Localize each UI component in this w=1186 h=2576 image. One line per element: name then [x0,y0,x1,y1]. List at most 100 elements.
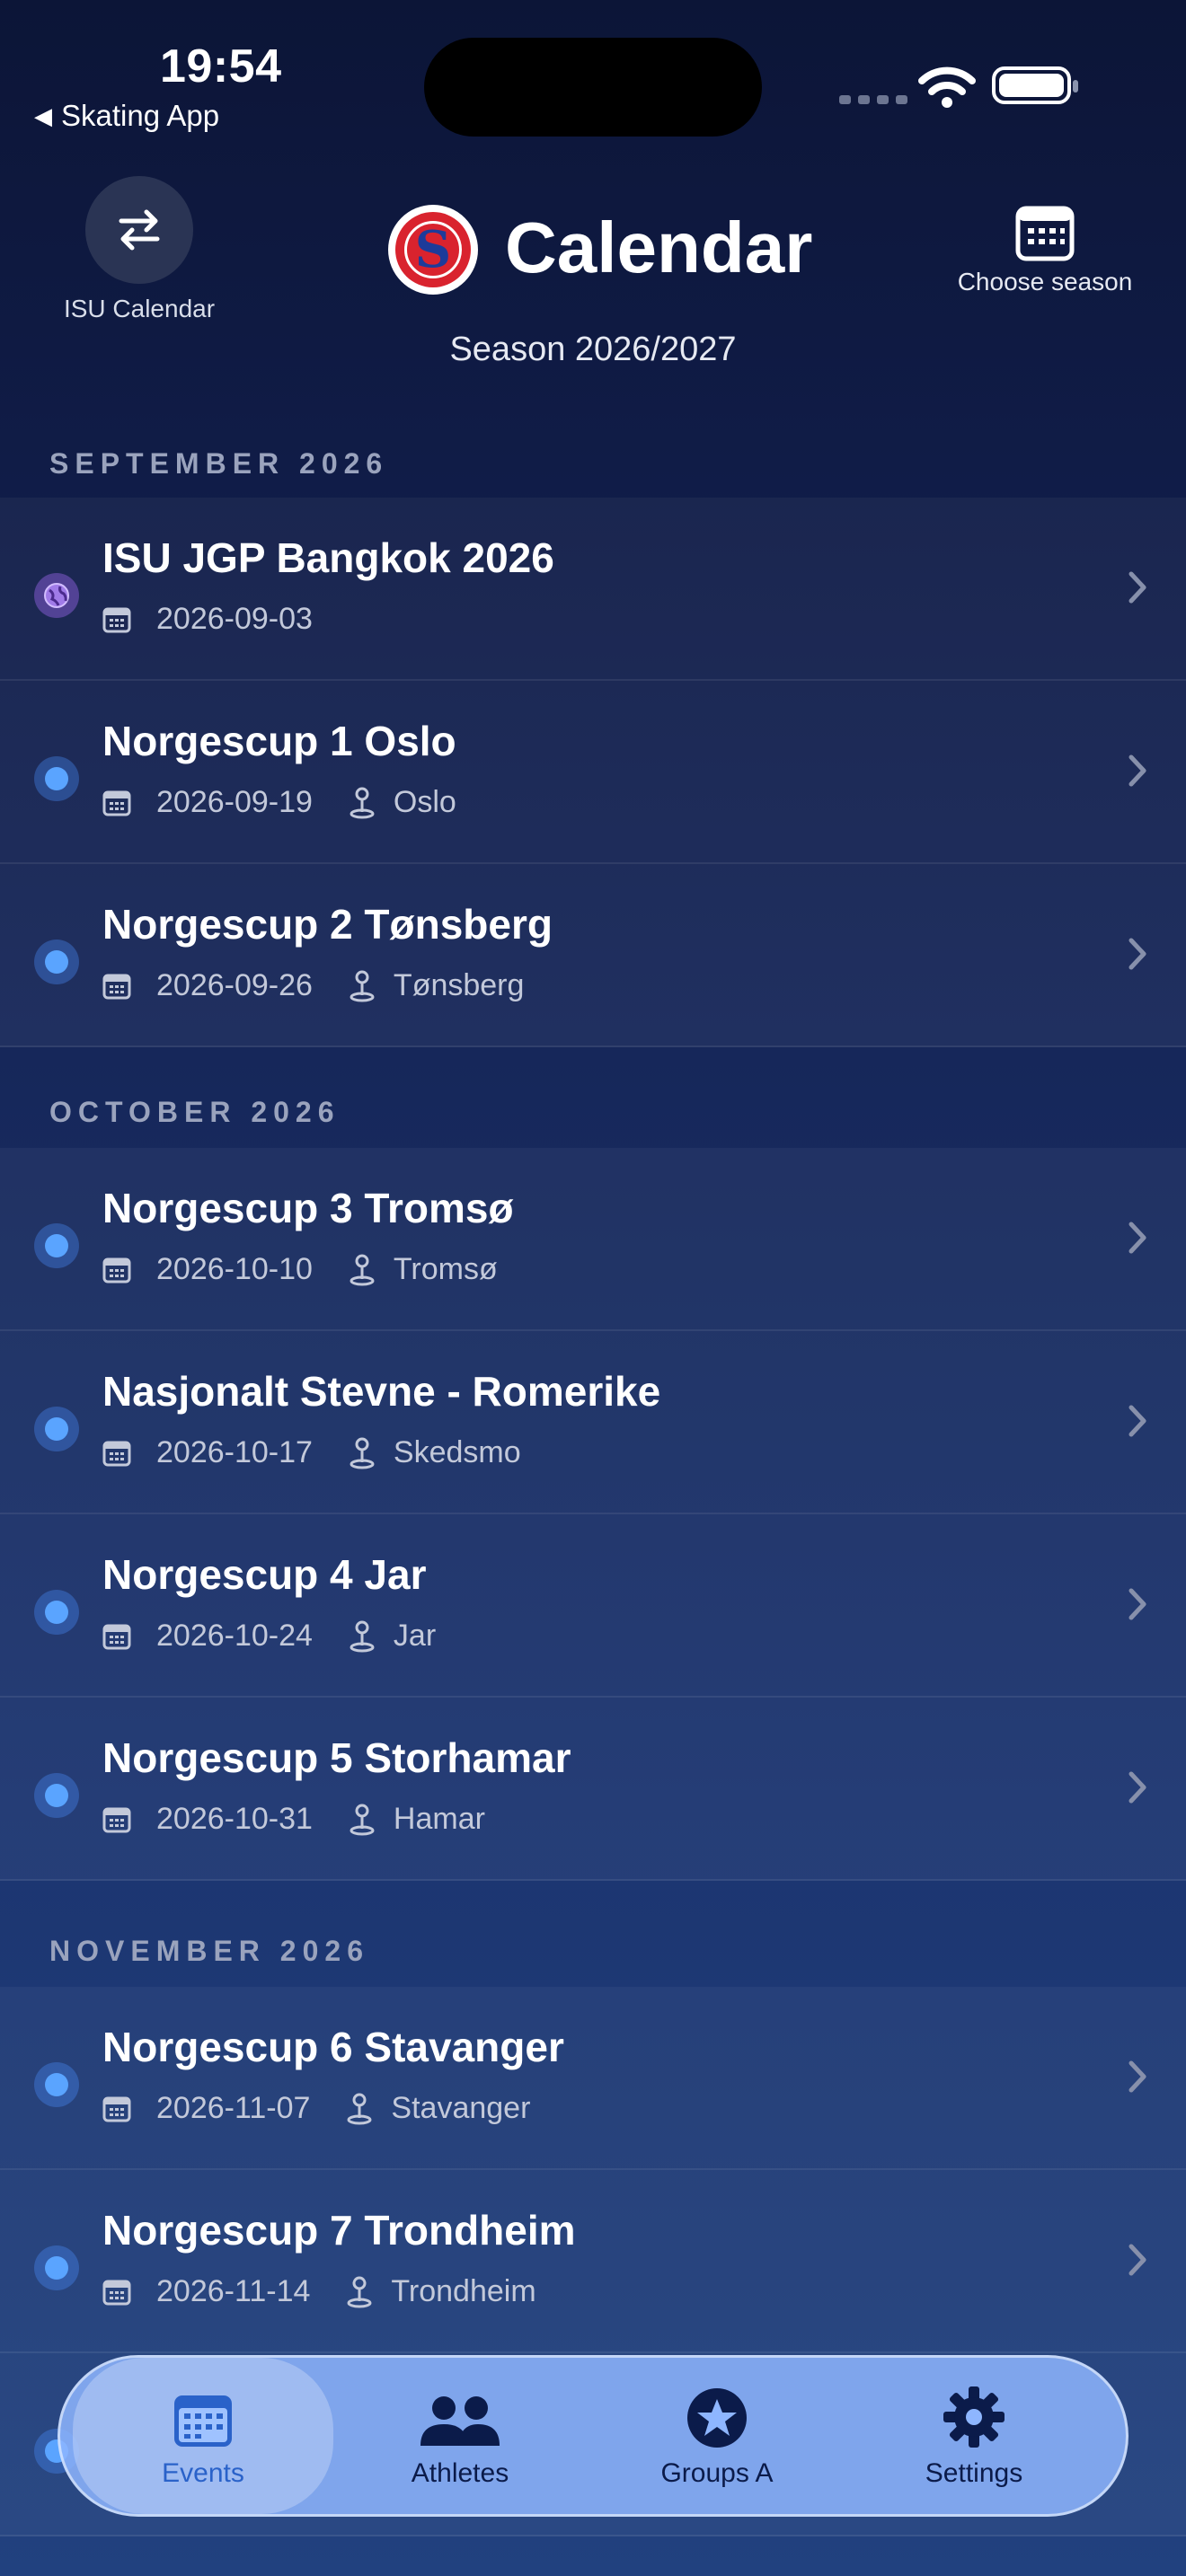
event-name: Norgescup 4 Jar [102,1551,427,1598]
chevron-right-icon [1128,1222,1146,1254]
choose-season-button[interactable]: Choose season [934,268,1155,296]
event-date: 2026-11-07 [156,2091,311,2125]
event-row-norgescup-1[interactable]: Norgescup 1 Oslo 2026-09-19 Oslo [0,681,1186,864]
federation-logo: S [388,205,478,295]
location-pin-icon [350,787,375,818]
tab-label: Groups A [660,2458,774,2488]
event-location: Oslo [393,785,456,819]
section-header-november: NOVEMBER 2026 [49,1935,369,1967]
section-header-october: OCTOBER 2026 [49,1096,341,1128]
event-row-norgescup-4[interactable]: Norgescup 4 Jar 2026-10-24 Jar [0,1514,1186,1698]
battery-icon [992,66,1078,104]
calendar-icon [102,1807,131,1832]
cellular-signal-icon [839,95,907,104]
event-location: Trondheim [391,2274,536,2308]
tab-groups-a[interactable]: Groups A [587,2358,847,2514]
tab-label: Settings [925,2458,1023,2488]
tab-label: Events [162,2458,244,2488]
event-status-dot [34,1590,79,1635]
isu-calendar-button[interactable] [85,176,193,284]
tab-athletes[interactable]: Athletes [330,2358,590,2514]
location-pin-icon [347,2093,372,2124]
chevron-right-icon [1128,1771,1146,1804]
chevron-right-icon [1128,938,1146,970]
calendar-grid-icon[interactable] [1015,203,1075,262]
event-date: 2026-10-17 [156,1435,313,1469]
location-pin-icon [350,1804,375,1835]
event-status-dot [34,1407,79,1451]
location-pin-icon [347,2276,372,2307]
location-pin-icon [350,1620,375,1652]
isu-calendar-label: ISU Calendar [63,295,216,322]
event-location: Tønsberg [393,968,525,1002]
star-circle-icon [687,2388,747,2448]
tab-bar: Events Athletes Groups A Settings [58,2355,1128,2517]
swap-arrows-icon [119,209,160,251]
event-status-dot [34,940,79,984]
location-pin-icon [350,1437,375,1469]
event-date: 2026-10-31 [156,1802,313,1836]
location-pin-icon [350,1254,375,1285]
event-name: Norgescup 6 Stavanger [102,2024,564,2070]
event-location: Hamar [393,1802,485,1836]
chevron-right-icon [1128,754,1146,787]
status-bar: 19:54 ◀ Skating App [0,0,1186,144]
event-name: Norgescup 5 Storhamar [102,1734,571,1781]
event-name: Norgescup 7 Trondheim [102,2207,576,2254]
calendar-icon [174,2395,232,2447]
event-row-norgescup-6[interactable]: Norgescup 6 Stavanger 2026-11-07 Stavang… [0,1987,1186,2170]
event-name: Norgescup 1 Oslo [102,718,456,764]
calendar-icon [102,790,131,816]
event-date: 2026-09-26 [156,968,313,1002]
event-name: Nasjonalt Stevne - Romerike [102,1368,661,1415]
status-time: 19:54 [160,40,282,93]
tab-label: Athletes [411,2458,509,2488]
chevron-right-icon [1128,1405,1146,1437]
tab-settings[interactable]: Settings [844,2358,1104,2514]
calendar-icon [102,2096,131,2122]
chevron-right-icon [1128,1588,1146,1620]
gear-icon [943,2386,1005,2448]
tab-events[interactable]: Events [73,2358,333,2514]
event-status-dot [34,2062,79,2107]
calendar-icon [102,1624,131,1649]
back-triangle-icon: ◀ [34,101,52,129]
event-status-dot [34,1773,79,1818]
event-date: 2026-10-10 [156,1252,313,1286]
calendar-icon [102,1441,131,1466]
location-pin-icon [350,970,375,1001]
back-to-app-link[interactable]: ◀ Skating App [34,99,219,133]
event-status-dot [34,2245,79,2290]
calendar-icon [102,1257,131,1283]
event-row-norgescup-3[interactable]: Norgescup 3 Tromsø 2026-10-10 Tromsø [0,1148,1186,1331]
event-name: Norgescup 2 Tønsberg [102,901,553,948]
event-status-dot [34,1223,79,1268]
event-date: 2026-11-14 [156,2274,311,2308]
event-row-isu-jgp-bangkok[interactable]: ISU JGP Bangkok 2026 2026-09-03 [0,498,1186,681]
event-date: 2026-09-19 [156,785,313,819]
chevron-right-icon [1128,2244,1146,2276]
event-name: ISU JGP Bangkok 2026 [102,534,554,581]
people-icon [420,2396,500,2446]
section-header-september: SEPTEMBER 2026 [49,447,389,480]
season-subtitle: Season 2026/2027 [449,331,737,368]
event-status-dot [34,756,79,801]
event-name: Norgescup 3 Tromsø [102,1185,514,1231]
event-date: 2026-09-03 [156,602,313,636]
event-location: Stavanger [391,2091,531,2125]
event-row-norgescup-7[interactable]: Norgescup 7 Trondheim 2026-11-14 Trondhe… [0,2170,1186,2353]
back-app-label: Skating App [61,99,220,132]
event-row-norgescup-2[interactable]: Norgescup 2 Tønsberg 2026-09-26 Tønsberg [0,864,1186,1047]
calendar-icon [102,974,131,999]
event-location: Jar [393,1619,437,1653]
event-row-nasjonalt-stevne-romerike[interactable]: Nasjonalt Stevne - Romerike 2026-10-17 S… [0,1331,1186,1514]
wifi-icon [918,66,976,108]
event-date: 2026-10-24 [156,1619,313,1653]
globe-icon [34,573,79,618]
chevron-right-icon [1128,2060,1146,2093]
event-row-norgescup-5[interactable]: Norgescup 5 Storhamar 2026-10-31 Hamar [0,1698,1186,1881]
event-location: Tromsø [393,1252,498,1286]
dynamic-island [424,38,762,137]
event-location: Skedsmo [393,1435,521,1469]
calendar-icon [102,2280,131,2305]
